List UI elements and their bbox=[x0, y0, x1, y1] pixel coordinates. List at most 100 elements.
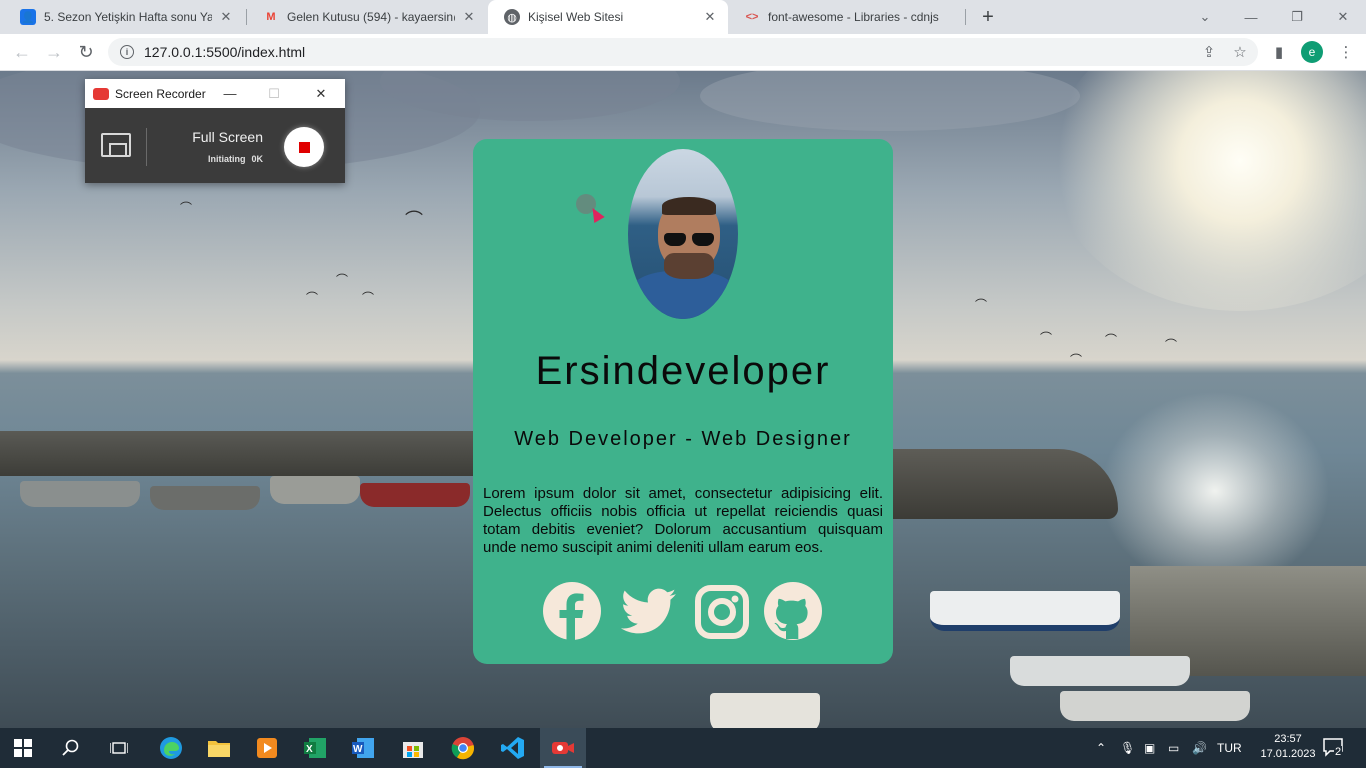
seagull: ⌒ bbox=[1040, 331, 1053, 345]
new-tab-button[interactable]: + bbox=[976, 5, 1000, 29]
facebook-icon[interactable] bbox=[543, 582, 601, 640]
boat bbox=[270, 476, 360, 504]
back-icon[interactable]: ← bbox=[8, 38, 36, 66]
recorder-minimize-icon[interactable]: — bbox=[208, 79, 252, 108]
vscode-icon[interactable] bbox=[490, 728, 536, 768]
boat bbox=[1060, 691, 1250, 721]
twitter-icon[interactable] bbox=[618, 582, 680, 640]
boat bbox=[930, 591, 1120, 631]
show-hidden-icons-icon[interactable]: ⌃ bbox=[1096, 728, 1106, 768]
social-links bbox=[543, 582, 823, 640]
word-icon[interactable]: W bbox=[340, 728, 386, 768]
bookmark-star-icon[interactable]: ☆ bbox=[1228, 40, 1252, 64]
classroom-icon: 👤 bbox=[20, 9, 36, 25]
recorder-title: Screen Recorder bbox=[115, 86, 206, 101]
seagull: ⌒ bbox=[306, 291, 319, 305]
menu-icon[interactable]: ⋮ bbox=[1334, 40, 1358, 64]
search-icon[interactable] bbox=[48, 728, 94, 768]
notification-count: 2 bbox=[1334, 746, 1343, 758]
close-window-icon[interactable]: ✕ bbox=[1320, 0, 1366, 34]
breakwater-left bbox=[0, 431, 475, 476]
profile-photo bbox=[628, 149, 738, 319]
recording-size: 0K bbox=[251, 154, 263, 164]
reload-icon[interactable]: ↻ bbox=[72, 38, 100, 66]
address-bar[interactable]: i 127.0.0.1:5500/index.html bbox=[108, 38, 1258, 66]
system-clock[interactable]: 23:57 17.01.2023 bbox=[1256, 732, 1320, 762]
side-panel-icon[interactable]: ▮ bbox=[1267, 40, 1291, 64]
tab-search-icon[interactable]: ⌄ bbox=[1182, 0, 1228, 34]
address-text: 127.0.0.1:5500/index.html bbox=[144, 44, 306, 60]
seagull: ⌒ bbox=[405, 210, 423, 230]
stop-recording-button[interactable] bbox=[284, 127, 324, 167]
tab-classroom[interactable]: 👤 5. Sezon Yetişkin Hafta sonu Yaz ✕ bbox=[4, 0, 244, 34]
seagull: ⌒ bbox=[362, 291, 375, 305]
sea-glare bbox=[1100, 391, 1330, 591]
chrome-icon[interactable] bbox=[440, 728, 486, 768]
edge-icon[interactable] bbox=[148, 728, 194, 768]
store-icon[interactable] bbox=[390, 728, 436, 768]
boat bbox=[20, 481, 140, 507]
profile-role: Web Developer - Web Designer bbox=[514, 428, 852, 450]
svg-text:X: X bbox=[306, 744, 313, 755]
tab-title: font-awesome - Libraries - cdnjs bbox=[768, 10, 939, 24]
close-tab-icon[interactable]: ✕ bbox=[702, 9, 718, 25]
close-tab-icon[interactable]: ✕ bbox=[218, 9, 234, 25]
boat bbox=[360, 483, 470, 507]
profile-bio: Lorem ipsum dolor sit amet, consectetur … bbox=[483, 485, 883, 556]
gmail-icon: M bbox=[266, 11, 276, 23]
profile-name: Ersindeveloper bbox=[535, 349, 831, 393]
tab-title: Gelen Kutusu (594) - kayaersin@ bbox=[287, 10, 455, 24]
recorder-close-icon[interactable]: ✕ bbox=[299, 79, 343, 108]
media-player-icon[interactable] bbox=[244, 728, 290, 768]
profile-avatar[interactable]: e bbox=[1301, 41, 1323, 63]
seagull: ⌒ bbox=[975, 298, 988, 312]
tab-title: 5. Sezon Yetişkin Hafta sonu Yaz bbox=[44, 10, 212, 24]
capture-screen-icon[interactable] bbox=[101, 133, 131, 157]
seagull: ⌒ bbox=[180, 201, 193, 215]
sun-glow bbox=[1050, 71, 1366, 311]
profile-card: Ersindeveloper Web Developer - Web Desig… bbox=[473, 139, 893, 664]
globe-icon: ◍ bbox=[504, 9, 520, 25]
restore-icon[interactable]: ❐ bbox=[1274, 0, 1320, 34]
cloud bbox=[700, 71, 1080, 131]
microphone-icon[interactable]: 🎙 bbox=[1120, 728, 1135, 768]
tab-gmail[interactable]: M Gelen Kutusu (594) - kayaersin@ ✕ bbox=[247, 0, 487, 34]
battery-icon[interactable]: ▭ bbox=[1168, 728, 1179, 768]
photo-sunglasses bbox=[664, 233, 716, 247]
minimize-icon[interactable]: — bbox=[1228, 0, 1274, 34]
tab-cdnjs[interactable]: <> font-awesome - Libraries - cdnjs bbox=[728, 0, 964, 34]
screen-recorder-window: Screen Recorder — ☐ ✕ Full Screen Initia… bbox=[85, 79, 345, 183]
clock-time: 23:57 bbox=[1274, 733, 1302, 745]
cdnjs-icon: <> bbox=[745, 11, 759, 23]
forward-icon[interactable]: → bbox=[40, 38, 68, 66]
recording-mode[interactable]: Full Screen bbox=[192, 129, 263, 145]
recording-status: Initiating 0K bbox=[208, 154, 263, 164]
excel-icon[interactable]: X bbox=[292, 728, 338, 768]
seagull: ⌒ bbox=[1165, 338, 1178, 352]
photo-hair bbox=[662, 197, 716, 215]
boat bbox=[150, 486, 260, 510]
screen-recorder-taskbar-icon[interactable] bbox=[540, 728, 586, 768]
volume-icon[interactable]: 🔊 bbox=[1192, 728, 1207, 768]
file-explorer-icon[interactable] bbox=[196, 728, 242, 768]
photo-beard bbox=[664, 253, 714, 279]
svg-text:W: W bbox=[353, 744, 363, 755]
windows-start-icon[interactable] bbox=[0, 728, 46, 768]
site-info-icon[interactable]: i bbox=[120, 45, 134, 59]
language-indicator[interactable]: TUR bbox=[1217, 728, 1242, 768]
boat bbox=[710, 693, 820, 728]
github-icon[interactable] bbox=[764, 582, 822, 640]
camera-icon[interactable]: ▣ bbox=[1144, 728, 1155, 768]
notification-center-icon[interactable]: 2 bbox=[1322, 736, 1346, 760]
divider bbox=[146, 128, 147, 166]
tab-personal-site[interactable]: ◍ Kişisel Web Sitesi ✕ bbox=[488, 0, 728, 34]
instagram-icon[interactable] bbox=[695, 582, 749, 640]
share-icon[interactable]: ⇪ bbox=[1197, 40, 1221, 64]
recorder-app-icon bbox=[93, 87, 109, 100]
clock-date: 17.01.2023 bbox=[1260, 748, 1316, 760]
tab-strip: 👤 5. Sezon Yetişkin Hafta sonu Yaz ✕ M G… bbox=[0, 0, 1366, 34]
task-view-icon[interactable] bbox=[96, 728, 142, 768]
status-text: Initiating bbox=[207, 154, 246, 164]
close-tab-icon[interactable]: ✕ bbox=[461, 9, 477, 25]
browser-toolbar: ← → ↻ i 127.0.0.1:5500/index.html ⇪ ☆ ▮ … bbox=[0, 34, 1366, 71]
